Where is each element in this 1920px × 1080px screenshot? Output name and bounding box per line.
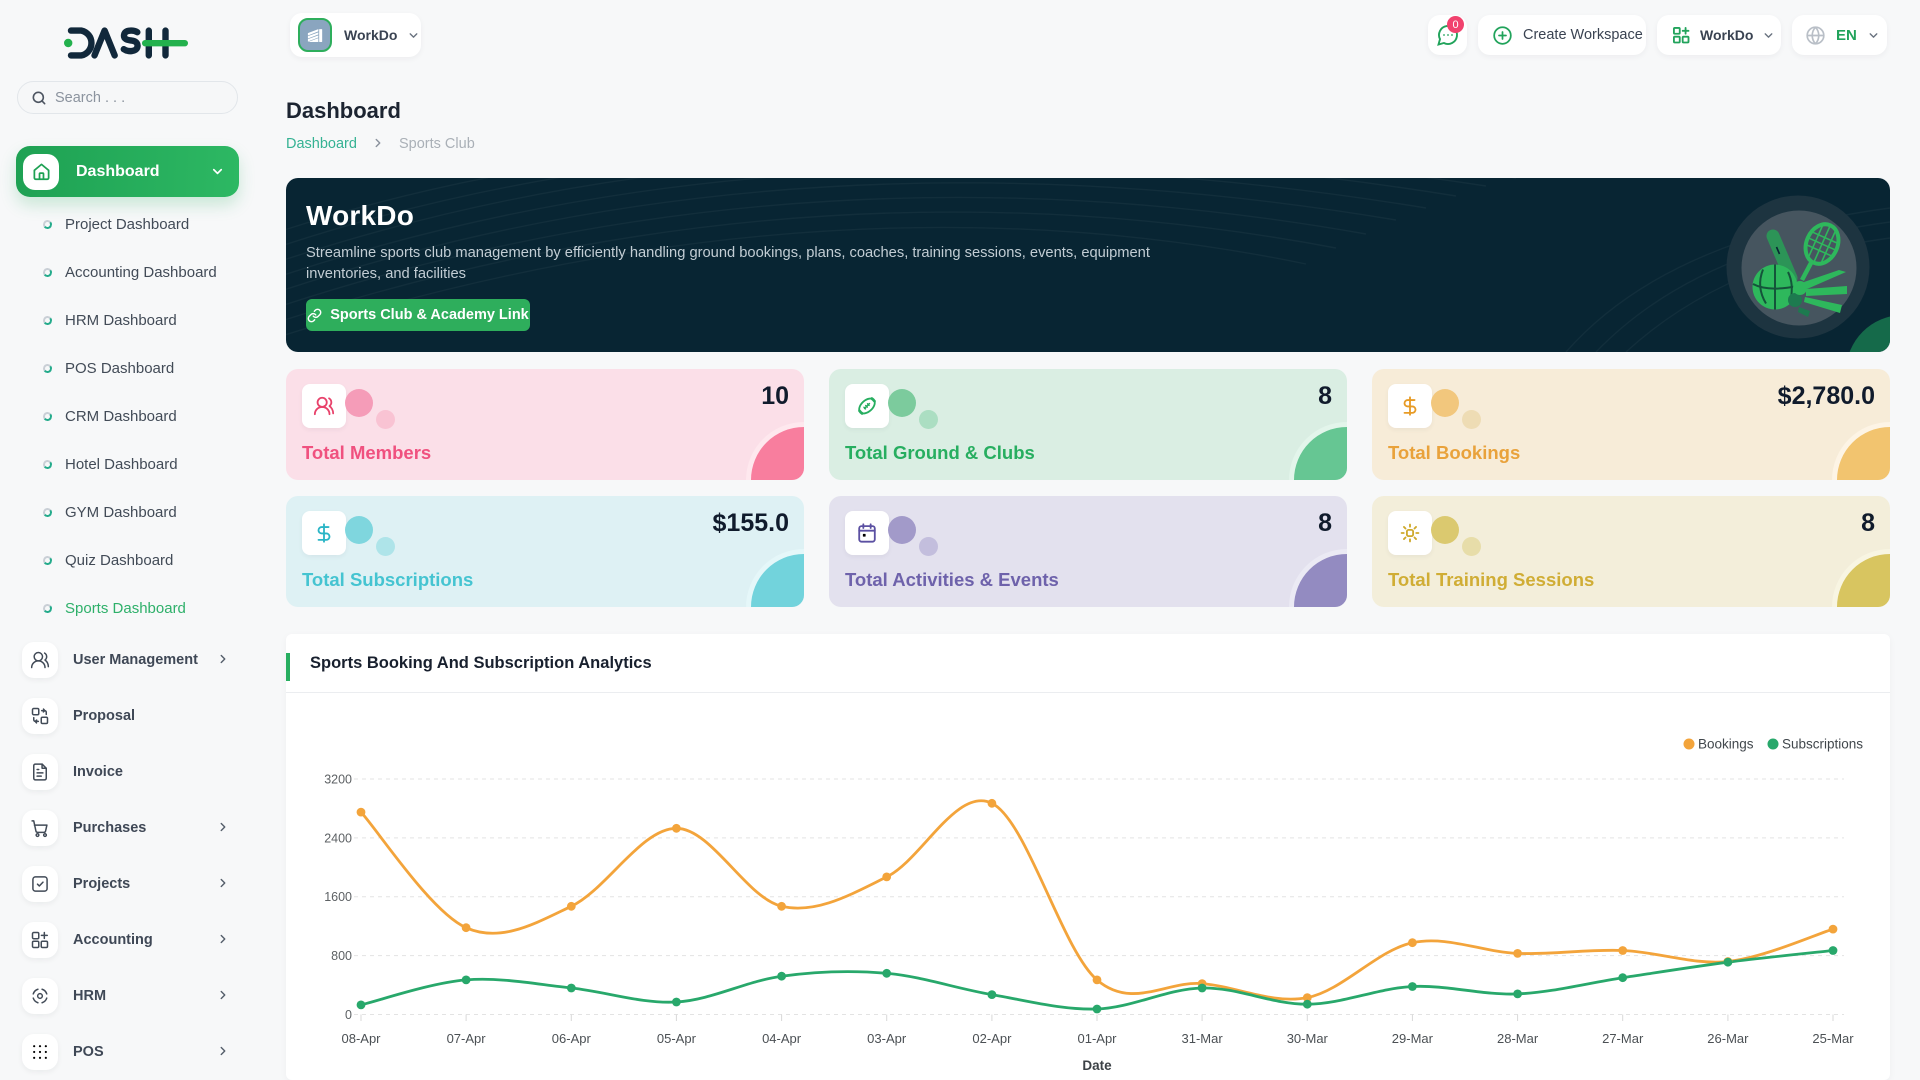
svg-text:29-Mar: 29-Mar (1392, 1031, 1434, 1046)
svg-text:08-Apr: 08-Apr (341, 1031, 381, 1046)
svg-text:06-Apr: 06-Apr (552, 1031, 592, 1046)
svg-text:05-Apr: 05-Apr (657, 1031, 697, 1046)
svg-text:02-Apr: 02-Apr (972, 1031, 1012, 1046)
svg-text:Bookings: Bookings (1698, 737, 1754, 752)
svg-text:30-Mar: 30-Mar (1287, 1031, 1329, 1046)
svg-text:03-Apr: 03-Apr (867, 1031, 907, 1046)
svg-text:28-Mar: 28-Mar (1497, 1031, 1539, 1046)
svg-text:1600: 1600 (324, 890, 352, 904)
svg-text:Subscriptions: Subscriptions (1782, 737, 1863, 752)
svg-text:3200: 3200 (324, 773, 352, 787)
svg-text:26-Mar: 26-Mar (1707, 1031, 1749, 1046)
svg-text:0: 0 (345, 1008, 352, 1022)
svg-text:01-Apr: 01-Apr (1077, 1031, 1117, 1046)
svg-text:Date: Date (1082, 1058, 1112, 1073)
svg-text:04-Apr: 04-Apr (762, 1031, 802, 1046)
svg-text:07-Apr: 07-Apr (447, 1031, 487, 1046)
svg-text:31-Mar: 31-Mar (1182, 1031, 1224, 1046)
svg-text:27-Mar: 27-Mar (1602, 1031, 1644, 1046)
svg-text:2400: 2400 (324, 831, 352, 845)
svg-text:800: 800 (331, 949, 352, 963)
svg-text:25-Mar: 25-Mar (1812, 1031, 1854, 1046)
